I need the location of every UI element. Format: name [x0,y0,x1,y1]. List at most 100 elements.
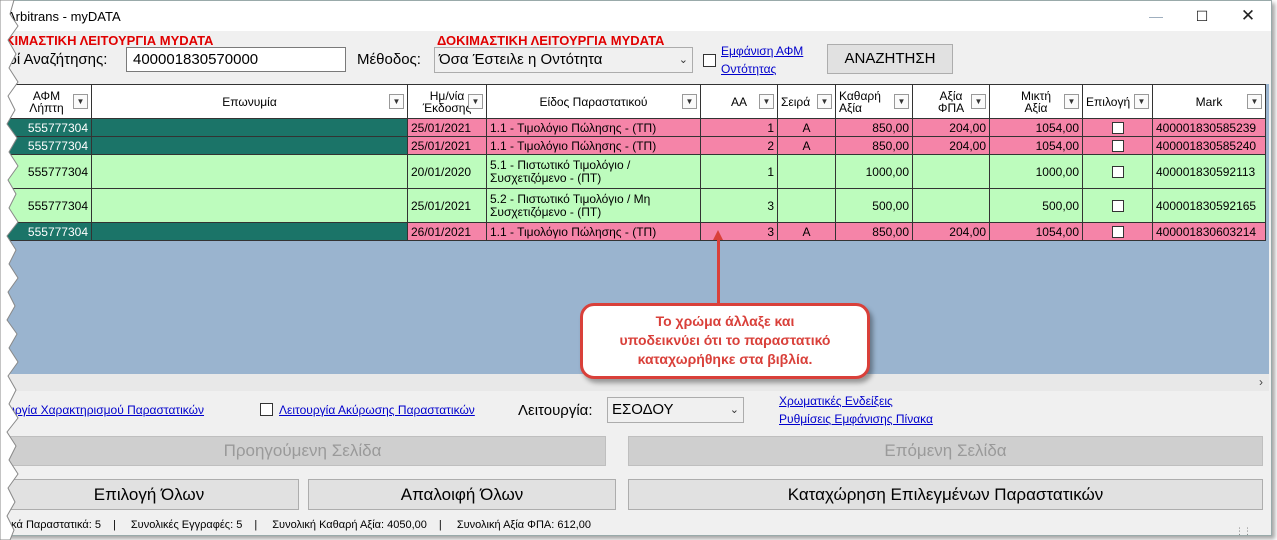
column-header[interactable]: Ημ/νία Έκδοσης ▼ [407,84,487,119]
series-cell[interactable]: Α [777,136,836,155]
filter-dropdown-icon[interactable]: ▼ [1064,94,1079,109]
date-cell[interactable]: 26/01/2021 [407,222,487,241]
name-cell[interactable] [91,118,408,137]
aa-cell[interactable]: 3 [700,188,778,223]
select-cell[interactable] [1082,136,1153,155]
doc-type-cell[interactable]: 1.1 - Τιμολόγιο Πώλησης - (ΤΠ) [486,136,701,155]
filter-dropdown-icon[interactable]: ▼ [1134,94,1149,109]
aa-cell[interactable]: 1 [700,118,778,137]
date-cell[interactable]: 25/01/2021 [407,188,487,223]
select-cell[interactable] [1082,118,1153,137]
table-row[interactable]: 555777304 25/01/2021 1.1 - Τιμολόγιο Πώλ… [1,136,1266,155]
doc-type-cell[interactable]: 1.1 - Τιμολόγιο Πώλησης - (ΤΠ) [486,118,701,137]
net-value-cell[interactable]: 500,00 [835,188,913,223]
table-row[interactable]: 555777304 25/01/2021 5.2 - Πιστωτικό Τιμ… [1,188,1266,223]
gross-value-cell[interactable]: 1054,00 [989,222,1083,241]
filter-dropdown-icon[interactable]: ▼ [894,94,909,109]
gross-value-cell[interactable]: 1054,00 [989,118,1083,137]
filter-dropdown-icon[interactable]: ▼ [1247,94,1262,109]
column-header[interactable]: Επιλογή ▼ [1082,84,1153,119]
maximize-icon[interactable]: ☐ [1179,1,1225,31]
column-header[interactable]: Mark ▼ [1152,84,1266,119]
column-header[interactable]: Καθαρή Αξία ▼ [835,84,913,119]
series-cell[interactable]: Α [777,118,836,137]
filter-dropdown-icon[interactable]: ▼ [817,94,832,109]
mark-cell[interactable]: 400001830585239 [1152,118,1266,137]
date-cell[interactable]: 20/01/2020 [407,154,487,189]
filter-dropdown-icon[interactable]: ▼ [389,94,404,109]
filter-dropdown-icon[interactable]: ▼ [759,94,774,109]
deselect-all-button[interactable]: Απαλοιφή Όλων [308,479,616,510]
minimize-icon[interactable]: — [1133,1,1179,31]
mode-select[interactable]: ΕΣΟΔΟΥ ⌄ [607,397,744,423]
row-select-checkbox[interactable] [1111,200,1124,213]
filter-dropdown-icon[interactable]: ▼ [682,94,697,109]
method-select[interactable]: Όσα Έστειλε η Οντότητα ⌄ [434,47,693,73]
doc-type-cell[interactable]: 5.2 - Πιστωτικό Τιμολόγιο / Μη Συσχετιζό… [486,188,701,223]
select-cell[interactable] [1082,154,1153,189]
gross-value-cell[interactable]: 1000,00 [989,154,1083,189]
vat-value-cell[interactable]: 204,00 [912,118,990,137]
gross-value-cell[interactable]: 500,00 [989,188,1083,223]
select-all-button[interactable]: Επιλογή Όλων [1,479,299,510]
filter-dropdown-icon[interactable]: ▼ [468,94,483,109]
row-select-checkbox[interactable] [1111,122,1124,135]
name-cell[interactable] [91,188,408,223]
doc-type-cell[interactable]: 1.1 - Τιμολόγιο Πώλησης - (ΤΠ) [486,222,701,241]
net-value-cell[interactable]: 850,00 [835,118,913,137]
column-header[interactable]: Αξία ΦΠΑ ▼ [912,84,990,119]
cancellation-checkbox[interactable] [260,403,273,416]
row-select-checkbox[interactable] [1111,226,1124,239]
show-afm-link-line2[interactable]: Οντότητας [721,62,776,76]
table-row[interactable]: 555777304 26/01/2021 1.1 - Τιμολόγιο Πώλ… [1,222,1266,241]
aa-cell[interactable]: 1 [700,154,778,189]
column-header[interactable]: Είδος Παραστατικού ▼ [486,84,701,119]
date-cell[interactable]: 25/01/2021 [407,118,487,137]
column-header[interactable]: Μικτή Αξία ▼ [989,84,1083,119]
mark-cell[interactable]: 400001830603214 [1152,222,1266,241]
vat-value-cell[interactable]: 204,00 [912,222,990,241]
show-afm-link-line1[interactable]: Εμφάνιση ΑΦΜ [721,44,803,58]
column-header[interactable]: Σειρά ▼ [777,84,836,119]
scroll-right-icon[interactable]: › [1259,375,1263,389]
name-cell[interactable] [91,154,408,189]
next-page-button[interactable]: Επόμενη Σελίδα [628,436,1263,466]
table-row[interactable]: 555777304 25/01/2021 1.1 - Τιμολόγιο Πώλ… [1,118,1266,137]
characterization-mode-link[interactable]: Λειτουργία Χαρακτηρισμού Παραστατικών [1,403,204,417]
net-value-cell[interactable]: 850,00 [835,222,913,241]
select-cell[interactable] [1082,188,1153,223]
net-value-cell[interactable]: 850,00 [835,136,913,155]
cancellation-mode-link[interactable]: Λειτουργία Ακύρωσης Παραστατικών [279,403,475,417]
row-select-checkbox[interactable] [1111,166,1124,179]
series-cell[interactable]: Α [777,222,836,241]
name-cell[interactable] [91,136,408,155]
mark-cell[interactable]: 400001830592165 [1152,188,1266,223]
previous-page-button[interactable]: Προηγούμενη Σελίδα [1,436,606,466]
net-value-cell[interactable]: 1000,00 [835,154,913,189]
doc-type-cell[interactable]: 5.1 - Πιστωτικό Τιμολόγιο / Συσχετιζόμεν… [486,154,701,189]
series-cell[interactable] [777,188,836,223]
resize-grip-icon[interactable]: ⋮⋮ [1235,521,1252,535]
series-cell[interactable] [777,154,836,189]
close-icon[interactable]: ✕ [1225,1,1271,31]
register-selected-button[interactable]: Καταχώρηση Επιλεγμένων Παραστατικών [628,479,1263,510]
column-header[interactable]: Επωνυμία ▼ [91,84,408,119]
vat-value-cell[interactable] [912,154,990,189]
vat-value-cell[interactable]: 204,00 [912,136,990,155]
table-settings-link[interactable]: Ρυθμίσεις Εμφάνισης Πίνακα [779,412,933,426]
vat-value-cell[interactable] [912,188,990,223]
aa-cell[interactable]: 2 [700,136,778,155]
column-header[interactable]: ΑΑ ▼ [700,84,778,119]
color-hints-link[interactable]: Χρωματικές Ενδείξεις [779,394,893,408]
search-input[interactable]: 400001830570000 [126,47,346,72]
date-cell[interactable]: 25/01/2021 [407,136,487,155]
mark-cell[interactable]: 400001830592113 [1152,154,1266,189]
table-row[interactable]: 555777304 20/01/2020 5.1 - Πιστωτικό Τιμ… [1,154,1266,189]
name-cell[interactable] [91,222,408,241]
filter-dropdown-icon[interactable]: ▼ [73,94,88,109]
mark-cell[interactable]: 400001830585240 [1152,136,1266,155]
gross-value-cell[interactable]: 1054,00 [989,136,1083,155]
show-afm-checkbox[interactable] [703,54,716,67]
filter-dropdown-icon[interactable]: ▼ [971,94,986,109]
select-cell[interactable] [1082,222,1153,241]
